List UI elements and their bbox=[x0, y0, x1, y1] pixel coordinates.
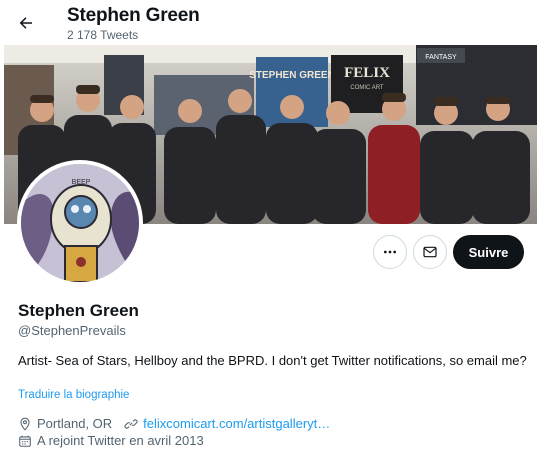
avatar-image: BEEP bbox=[21, 164, 139, 282]
envelope-icon bbox=[423, 246, 437, 258]
header-title: Stephen Green bbox=[67, 5, 200, 26]
more-button[interactable] bbox=[373, 235, 407, 269]
profile-bio: Artist- Sea of Stars, Hellboy and the BP… bbox=[18, 353, 527, 368]
profile-location: Portland, OR bbox=[37, 416, 113, 431]
follow-button[interactable]: Suivre bbox=[453, 235, 524, 269]
banner-sign-booth: FANTASY bbox=[425, 54, 457, 61]
profile-website-link[interactable]: felixcomicart.com/artistgalleryt… bbox=[143, 416, 330, 431]
arrow-left-icon bbox=[19, 17, 32, 29]
tweet-count: 2 178 Tweets bbox=[67, 28, 139, 42]
location-pin-icon bbox=[20, 417, 30, 431]
profile-meta-row: Portland, OR felixcomicart.com/artistgal… bbox=[18, 416, 330, 431]
message-button[interactable] bbox=[413, 235, 447, 269]
profile-handle: @StephenPrevails bbox=[18, 323, 126, 338]
profile-joined-row: A rejoint Twitter en avril 2013 bbox=[18, 433, 204, 448]
link-icon bbox=[124, 418, 138, 429]
profile-header-bar: Stephen Green 2 178 Tweets bbox=[0, 0, 541, 45]
avatar[interactable]: BEEP bbox=[17, 160, 143, 286]
svg-text:BEEP: BEEP bbox=[72, 179, 91, 186]
banner-sign-right: FELIX bbox=[344, 65, 390, 81]
calendar-icon bbox=[19, 435, 31, 447]
profile-joined-date: A rejoint Twitter en avril 2013 bbox=[37, 433, 204, 448]
banner-sign-right-sub: COMIC ART bbox=[350, 85, 384, 91]
banner-sign-left: STEPHEN GREEN bbox=[249, 70, 335, 81]
translate-bio-link[interactable]: Traduire la biographie bbox=[18, 389, 129, 401]
ellipsis-icon bbox=[384, 250, 396, 254]
profile-name: Stephen Green bbox=[18, 301, 139, 320]
back-button[interactable] bbox=[10, 7, 42, 39]
